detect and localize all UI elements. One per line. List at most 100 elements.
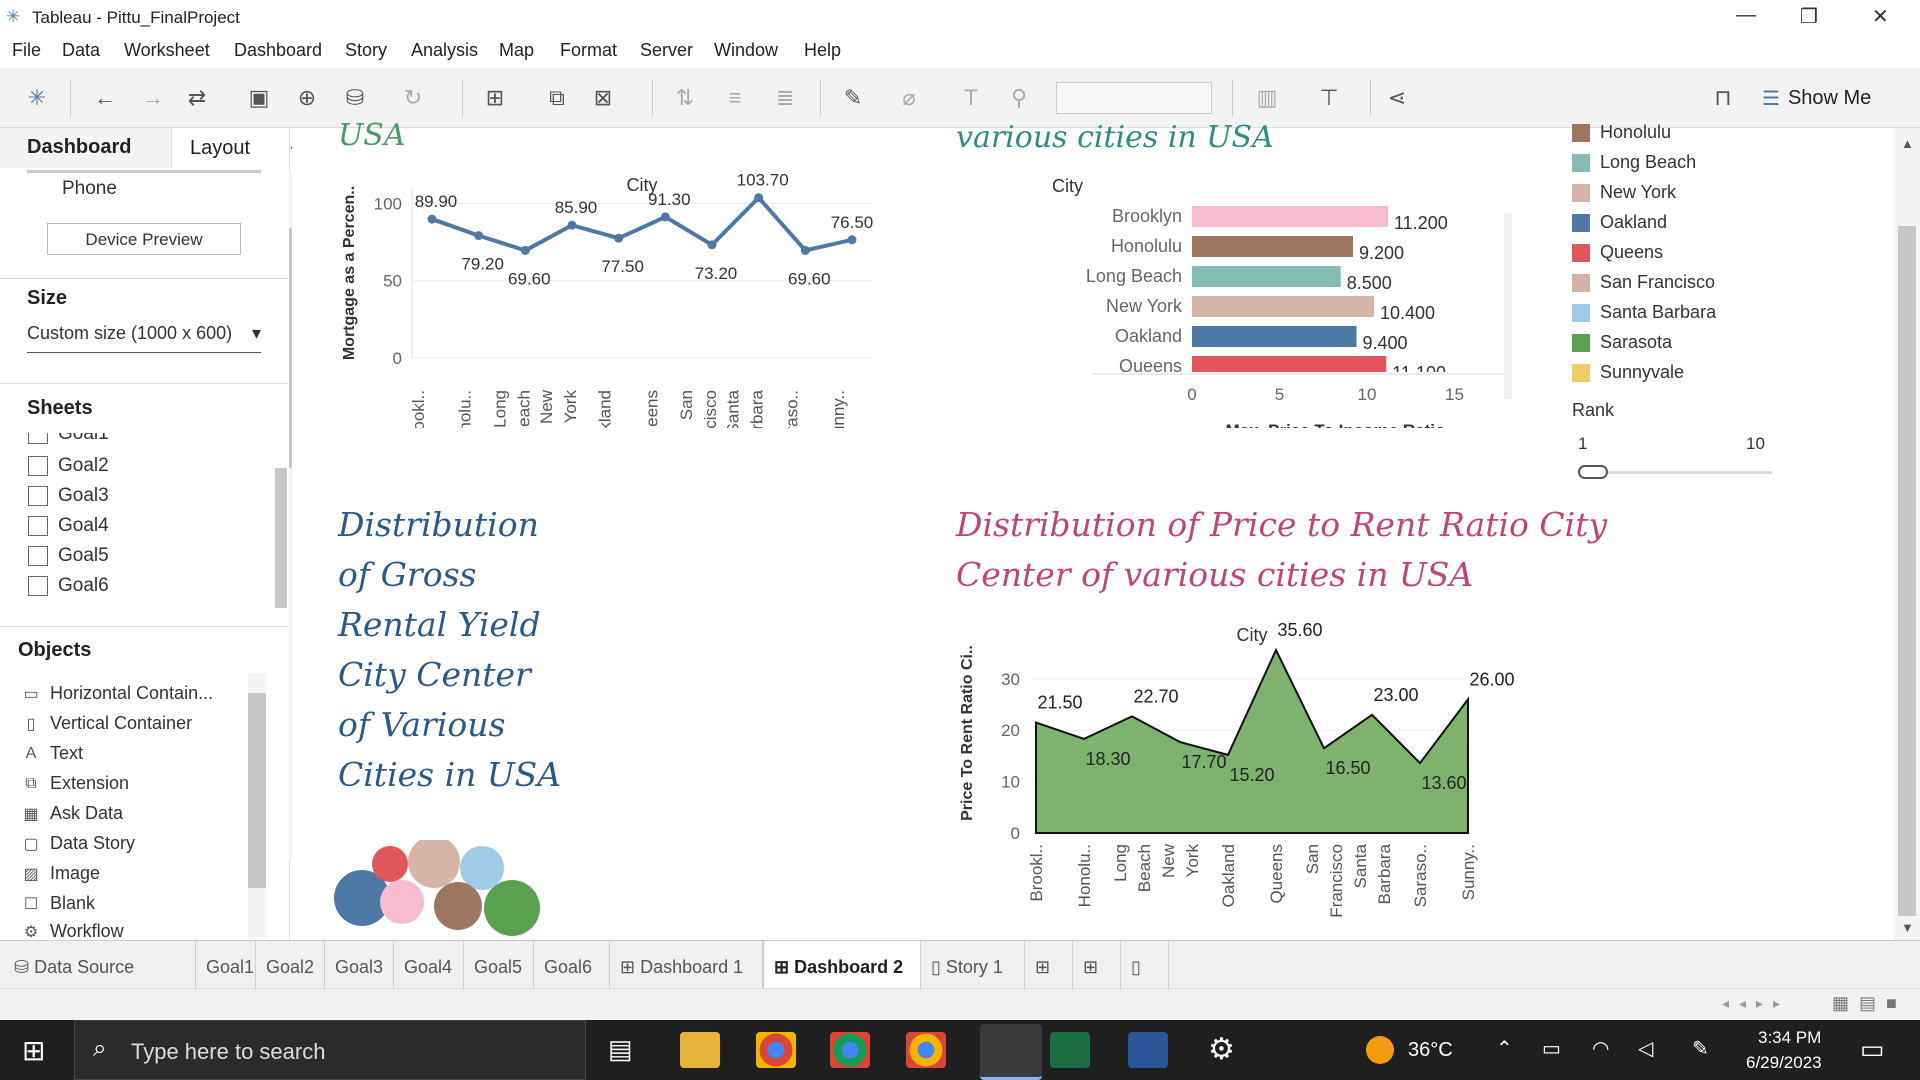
menu-server[interactable]: Server — [640, 40, 693, 61]
menu-window[interactable]: Window — [714, 40, 778, 61]
object-horizontal-container[interactable]: ▭ Horizontal Contain... — [22, 683, 213, 704]
menu-worksheet[interactable]: Worksheet — [124, 40, 210, 61]
sheets-scrollbar[interactable] — [275, 468, 287, 608]
bar[interactable] — [1192, 296, 1374, 317]
data-point[interactable] — [520, 245, 530, 255]
device-preview-button[interactable]: Device Preview — [47, 223, 241, 255]
share-icon[interactable]: ⋖ — [1380, 82, 1414, 114]
bar[interactable] — [1192, 326, 1357, 347]
new-worksheet-icon[interactable]: ⊞ — [478, 82, 512, 114]
tab-layout[interactable]: Layout ‹ — [172, 128, 297, 168]
bubble[interactable] — [434, 882, 482, 930]
tab-story-1[interactable]: ▯ Story 1 — [921, 941, 1025, 989]
save-icon[interactable]: ▣ — [242, 82, 276, 114]
data-point[interactable] — [660, 212, 670, 222]
navigation-arrows-icon[interactable]: ◂◂▸▸ — [1722, 995, 1790, 1012]
chrome-icon[interactable] — [906, 1032, 946, 1068]
legend-item[interactable]: Queens — [1572, 242, 1663, 263]
price-rent-area-chart[interactable]: City 0 10 20 30 Price To Rent Ratio Ci.. 21.50… — [952, 618, 1522, 928]
presentation-icon[interactable]: ⊤ — [1312, 82, 1346, 114]
menu-data[interactable]: Data — [62, 40, 100, 61]
legend-item[interactable]: Sarasota — [1572, 332, 1672, 353]
chrome-icon[interactable] — [830, 1032, 870, 1068]
volume-icon[interactable]: ◁ — [1638, 1036, 1653, 1061]
object-workflow[interactable]: ⚙ Workflow — [22, 923, 124, 940]
sheet-goal2[interactable]: Goal2 — [28, 455, 109, 477]
scroll-up-icon[interactable]: ▲ — [1901, 136, 1914, 151]
new-story-tab-icon[interactable]: ▯ — [1121, 941, 1169, 989]
bubble[interactable] — [372, 846, 408, 882]
format-painter-icon[interactable]: ⊓ — [1706, 82, 1740, 114]
legend-item[interactable]: Santa Barbara — [1572, 302, 1716, 323]
bar-group[interactable]: Brooklyn 11.200 Honolulu 9.200 Long Beach 8.5… — [1067, 206, 1448, 407]
series-line[interactable] — [431, 194, 853, 253]
highlight-icon[interactable]: ✎ — [836, 82, 870, 114]
bubble-chart[interactable] — [332, 840, 552, 940]
view-mode-icons[interactable]: ▦▤■ — [1832, 993, 1907, 1014]
restore-icon[interactable]: ❐ — [1800, 4, 1818, 29]
bar[interactable] — [1192, 386, 1353, 407]
tab-goal5[interactable]: Goal5 — [464, 941, 534, 989]
sheet-goal4[interactable]: Goal4 — [28, 515, 109, 537]
canvas-scrollbar[interactable]: ▲ ▼ — [1894, 128, 1920, 940]
sheet-goal1[interactable]: Goal1 — [28, 433, 109, 445]
task-view-icon[interactable]: ▤ — [608, 1034, 633, 1065]
tab-goal4[interactable]: Goal4 — [394, 941, 464, 989]
tab-goal6[interactable]: Goal6 — [534, 941, 610, 989]
bar[interactable] — [1192, 266, 1341, 287]
scroll-down-icon[interactable]: ▼ — [1901, 920, 1914, 935]
menu-dashboard[interactable]: Dashboard — [234, 40, 322, 61]
excel-icon[interactable] — [1050, 1032, 1090, 1068]
object-vertical-container[interactable]: ▯ Vertical Container — [22, 713, 192, 734]
pause-updates-icon[interactable]: ⛁ — [338, 82, 372, 114]
chrome-icon[interactable] — [756, 1032, 796, 1068]
minimize-icon[interactable]: — — [1736, 4, 1756, 27]
scroll-thumb[interactable] — [1898, 226, 1916, 916]
tab-goal1[interactable]: Goal1 — [196, 941, 256, 989]
data-point[interactable] — [427, 214, 437, 224]
tab-goal2[interactable]: Goal2 — [256, 941, 325, 989]
labels-icon[interactable]: T — [954, 82, 988, 114]
show-me-button[interactable]: ☰ Show Me — [1762, 86, 1871, 111]
bar[interactable] — [1192, 236, 1353, 257]
bar-chart-scrollbar[interactable] — [1504, 213, 1512, 399]
close-icon[interactable]: ✕ — [1872, 4, 1889, 29]
sheet-goal5[interactable]: Goal5 — [28, 545, 109, 567]
fit-dropdown[interactable] — [1056, 82, 1212, 114]
tab-dashboard[interactable]: Dashboard — [0, 128, 172, 168]
data-point[interactable] — [474, 231, 484, 241]
show-cards-icon[interactable]: ▥ — [1250, 82, 1284, 114]
battery-icon[interactable]: ▭ — [1542, 1036, 1561, 1061]
sort-desc-icon[interactable]: ≣ — [768, 82, 802, 114]
file-explorer-icon[interactable] — [680, 1032, 720, 1068]
legend-item[interactable]: Sunnyvale — [1572, 362, 1684, 383]
sheet-goal6[interactable]: Goal6 — [28, 575, 109, 597]
object-text[interactable]: A Text — [22, 743, 83, 764]
group-icon[interactable]: ⌀ — [892, 82, 926, 114]
tableau-taskbar-icon[interactable] — [980, 1024, 1042, 1080]
data-point[interactable] — [707, 240, 717, 250]
refresh-icon[interactable]: ↻ — [396, 82, 430, 114]
tab-dashboard-1[interactable]: ⊞ Dashboard 1 — [610, 941, 763, 989]
undo-icon[interactable]: ← — [88, 82, 122, 114]
data-point[interactable] — [847, 235, 857, 245]
menu-story[interactable]: Story — [345, 40, 387, 61]
tab-goal3[interactable]: Goal3 — [325, 941, 394, 989]
menu-format[interactable]: Format — [560, 40, 617, 61]
bubble[interactable] — [460, 846, 504, 890]
menu-file[interactable]: File — [12, 40, 41, 61]
object-ask-data[interactable]: ▦ Ask Data — [22, 803, 123, 824]
legend-item[interactable]: San Francisco — [1572, 272, 1715, 293]
bubble[interactable] — [380, 880, 424, 924]
bubble[interactable] — [408, 840, 460, 888]
bubble[interactable] — [484, 880, 540, 936]
pen-icon[interactable]: ✎ — [1692, 1036, 1709, 1061]
data-point[interactable] — [754, 193, 764, 203]
legend-item[interactable]: Long Beach — [1572, 152, 1696, 173]
bar[interactable] — [1192, 206, 1388, 227]
settings-icon[interactable]: ⚙ — [1208, 1032, 1235, 1067]
tab-data-source[interactable]: ⛁ Data Source — [0, 941, 196, 989]
mortgage-line-chart[interactable]: City050100Mortgage as a Percen.. 89.90Bro… — [332, 168, 892, 428]
legend-item[interactable]: New York — [1572, 182, 1676, 203]
area-fill[interactable] — [1035, 647, 1469, 834]
